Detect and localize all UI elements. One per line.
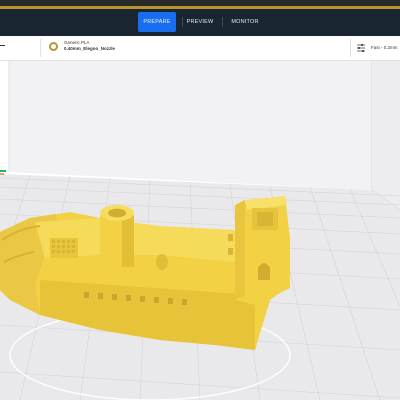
- print-setup-bar: Generic PLA 0.40mm_Elegoo_Nozzle Fast - …: [0, 36, 400, 61]
- stage-menu-bar: PREPARE PREVIEW MONITOR: [0, 9, 400, 36]
- ship-cabin-side: [235, 200, 245, 300]
- build-volume-back-wall: [9, 61, 372, 190]
- tab-divider: [182, 17, 183, 27]
- tab-divider: [222, 17, 223, 27]
- ship-cabin-door: [258, 263, 270, 280]
- toolbar-separator: [350, 39, 351, 57]
- chevron-left-icon[interactable]: [0, 45, 5, 46]
- tab-prepare[interactable]: PREPARE: [138, 12, 176, 32]
- stage-tabs: PREPARE PREVIEW MONITOR: [138, 12, 272, 32]
- tab-preview[interactable]: PREVIEW: [184, 12, 216, 32]
- ship-vent: [156, 254, 168, 270]
- application-brand-bar: [0, 0, 400, 9]
- toolbar-separator: [40, 39, 41, 57]
- ship-chimney-shadow: [122, 215, 134, 267]
- material-name[interactable]: Generic PLA: [64, 40, 90, 45]
- ship-cabin-hatch-inner: [257, 212, 273, 226]
- print-profile-label[interactable]: Fast - 0.2mm: [371, 45, 398, 50]
- ship-cabin-window: [228, 234, 233, 241]
- ship-chimney-opening: [108, 208, 126, 218]
- ship-cabin-window: [228, 248, 233, 255]
- nozzle-name[interactable]: 0.40mm_Elegoo_Nozzle: [64, 46, 115, 51]
- tab-monitor[interactable]: MONITOR: [228, 12, 262, 32]
- 3d-viewport[interactable]: [0, 61, 400, 400]
- material-spool-icon[interactable]: [49, 42, 58, 51]
- settings-sliders-icon[interactable]: [356, 43, 366, 53]
